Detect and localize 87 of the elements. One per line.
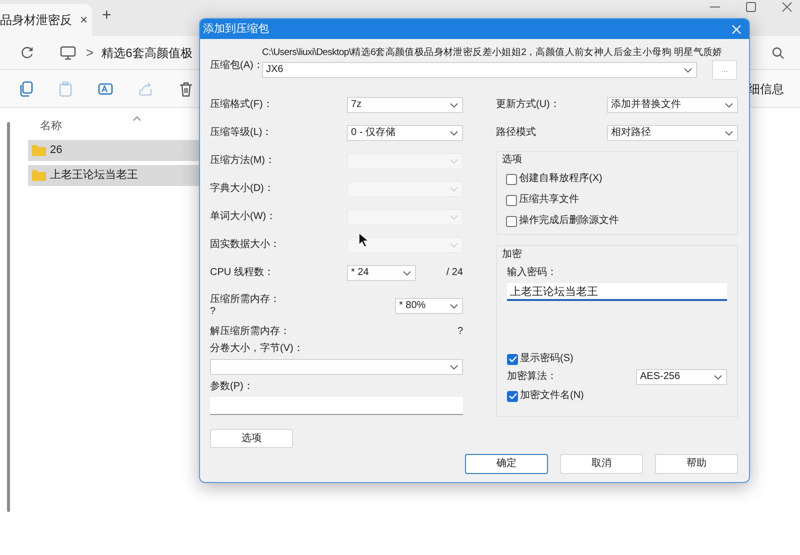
scrollbar[interactable] — [7, 122, 10, 512]
archive-path: C:\Users\liuxi\Desktop\精选6套高颜值极品身材泄密反差小姐姐2，高颜值人前女神人后金主小母狗 明星气质娇 — [262, 47, 724, 59]
archive-name-field[interactable]: JX6 — [262, 62, 697, 78]
checkbox-label: 操作完成后删除源文件 — [519, 215, 619, 227]
checkbox[interactable] — [506, 174, 517, 184]
copy-icon[interactable] — [18, 80, 34, 96]
dialog-button[interactable]: 取消 — [560, 454, 643, 474]
field-label: 压缩方法(M)： — [210, 155, 275, 167]
file-row[interactable]: 上老王论坛当老王 — [28, 165, 200, 186]
chevron-down-icon — [714, 374, 722, 380]
refresh-icon[interactable] — [20, 46, 34, 60]
chevron-down-icon — [450, 102, 458, 108]
field-label: 固实数据大小： — [210, 239, 280, 251]
file-name: 上老王论坛当老王 — [50, 168, 138, 184]
new-tab-button[interactable]: + — [102, 4, 112, 28]
chevron-down-icon — [450, 242, 458, 248]
chevron-down-icon — [450, 364, 458, 370]
chevron-down-icon — [450, 130, 458, 136]
field-label: 压缩格式(F)： — [210, 99, 273, 111]
checkbox-label: 加密文件名(N) — [520, 390, 584, 402]
computer-icon[interactable] — [60, 46, 76, 60]
chevron-down-icon — [450, 158, 458, 164]
field-label: CPU 线程数： — [210, 267, 275, 279]
dropdown[interactable]: 相对路径 — [607, 125, 738, 141]
memory-value: ? — [210, 306, 217, 318]
dropdown[interactable]: * 24 — [347, 265, 416, 281]
browser-tab[interactable]: 品身材泄密反 × — [0, 4, 92, 36]
checkbox[interactable] — [507, 354, 518, 364]
folder-icon — [32, 145, 46, 156]
group-title: 加密 — [502, 249, 523, 261]
field-label: 字典大小(D)： — [210, 183, 274, 195]
field-label: 压缩等级(L)： — [210, 127, 272, 139]
chevron-down-icon — [450, 186, 458, 192]
close-icon[interactable] — [782, 2, 792, 12]
search-icon[interactable] — [772, 47, 784, 59]
chevron-down-icon — [725, 130, 733, 136]
dropdown[interactable]: 添加并替换文件 — [607, 97, 738, 113]
field-label: 解压缩所需内存： — [210, 326, 290, 338]
field-label: 分卷大小，字节(V)： — [210, 343, 304, 355]
dialog-title: 添加到压缩包 — [203, 22, 269, 37]
sort-caret-icon — [133, 116, 141, 121]
field-label: 路径模式 — [496, 127, 536, 139]
chevron-down-icon — [684, 68, 692, 72]
checkbox[interactable] — [507, 390, 518, 402]
trash-icon[interactable] — [178, 80, 194, 96]
dialog-button[interactable]: 确定 — [465, 454, 548, 474]
chevron-down-icon — [725, 102, 733, 108]
address-path[interactable]: 精选6套高颜值极 — [102, 44, 192, 62]
field-label: 加密算法： — [507, 371, 557, 383]
field-label: 更新方式(U)： — [496, 99, 560, 111]
options-button[interactable]: 选项 — [210, 429, 293, 448]
dropdown[interactable]: 7z — [347, 97, 463, 113]
column-header[interactable]: 名称 — [40, 118, 62, 134]
dialog-button[interactable]: 帮助 — [655, 454, 738, 474]
field-label: 压缩所需内存： — [210, 294, 280, 306]
field-label: 压缩包(A)： — [210, 60, 262, 72]
tab-title: 品身材泄密反 — [0, 12, 72, 29]
checkbox-label: 压缩共享文件 — [519, 194, 579, 206]
rename-icon[interactable] — [98, 80, 114, 96]
text-input[interactable] — [210, 397, 463, 415]
checkbox[interactable] — [506, 194, 517, 206]
field-label: 输入密码： — [507, 267, 558, 279]
file-row[interactable]: 26 — [28, 140, 200, 161]
password-field[interactable]: 上老王论坛当老王 — [507, 283, 727, 301]
dropdown[interactable]: AES-256 — [636, 369, 727, 385]
breadcrumb-separator: > — [86, 44, 94, 62]
checkbox-label: 显示密码(S) — [520, 353, 574, 365]
chevron-down-icon — [450, 214, 458, 220]
mouse-cursor-icon — [358, 232, 370, 248]
chevron-down-icon — [403, 270, 411, 276]
tab-close-button[interactable]: × — [80, 10, 88, 30]
checkmark-icon — [508, 356, 516, 362]
browse-button[interactable]: ... — [712, 60, 737, 80]
maximize-icon[interactable] — [746, 2, 756, 12]
folder-icon — [32, 170, 46, 181]
field-label: 单词大小(W)： — [210, 211, 276, 223]
checkmark-icon — [508, 393, 516, 399]
chevron-down-icon — [450, 304, 458, 308]
dropdown[interactable]: * 80% — [395, 298, 463, 314]
thread-count: / 24 — [446, 267, 463, 279]
checkbox-label: 创建自释放程序(X) — [519, 173, 602, 185]
group-title: 选项 — [502, 154, 523, 166]
file-name: 26 — [50, 143, 62, 158]
memory-value: ? — [457, 326, 463, 338]
checkbox[interactable] — [506, 216, 517, 226]
dropdown[interactable]: 0 - 仅存储 — [347, 125, 463, 141]
field-label: 参数(P)： — [210, 381, 254, 393]
